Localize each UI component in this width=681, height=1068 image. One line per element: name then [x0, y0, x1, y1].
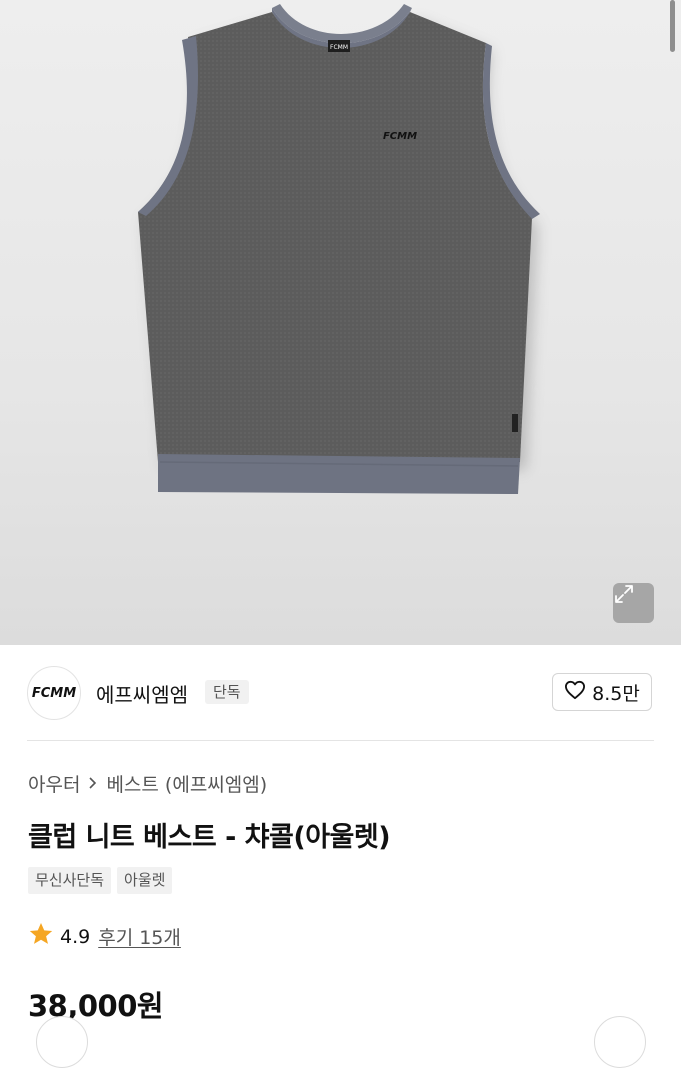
product-title: 클럽 니트 베스트 - 챠콜(아울렛) — [28, 822, 391, 853]
rating-row: 4.9 후기 15개 — [28, 922, 181, 951]
breadcrumb: 아우터 베스트 (에프씨엠엠) — [28, 770, 267, 797]
breadcrumb-category[interactable]: 아우터 — [28, 770, 80, 797]
brand-name[interactable]: 에프씨엠엠 — [96, 679, 188, 708]
brand-logo[interactable]: FCMM — [27, 666, 81, 720]
heart-outline-icon — [564, 680, 586, 704]
star-filled-icon — [28, 922, 54, 951]
scrollbar[interactable] — [670, 0, 675, 52]
chevron-right-icon — [88, 773, 98, 795]
tag-outlet: 아울렛 — [117, 867, 173, 894]
product-tags: 무신사단독 아울렛 — [28, 867, 173, 894]
expand-image-button[interactable] — [613, 583, 654, 623]
brand-row: FCMM 에프씨엠엠 단독 8.5만 — [0, 645, 681, 741]
vest-illustration: FCMM FCMM — [138, 4, 540, 494]
like-button[interactable]: 8.5만 — [552, 673, 652, 711]
product-image[interactable]: FCMM FCMM — [0, 0, 681, 645]
exclusive-badge: 단독 — [205, 680, 249, 704]
garment-logo: FCMM — [383, 131, 417, 142]
rating-value: 4.9 — [60, 925, 91, 948]
review-link[interactable]: 후기 15개 — [98, 923, 181, 950]
neck-label: FCMM — [330, 44, 348, 51]
tag-exclusive: 무신사단독 — [28, 867, 112, 894]
breadcrumb-subcategory[interactable]: 베스트 (에프씨엠엠) — [106, 770, 267, 797]
brand-logo-text: FCMM — [31, 685, 77, 701]
like-count: 8.5만 — [592, 682, 640, 705]
divider — [27, 740, 654, 741]
